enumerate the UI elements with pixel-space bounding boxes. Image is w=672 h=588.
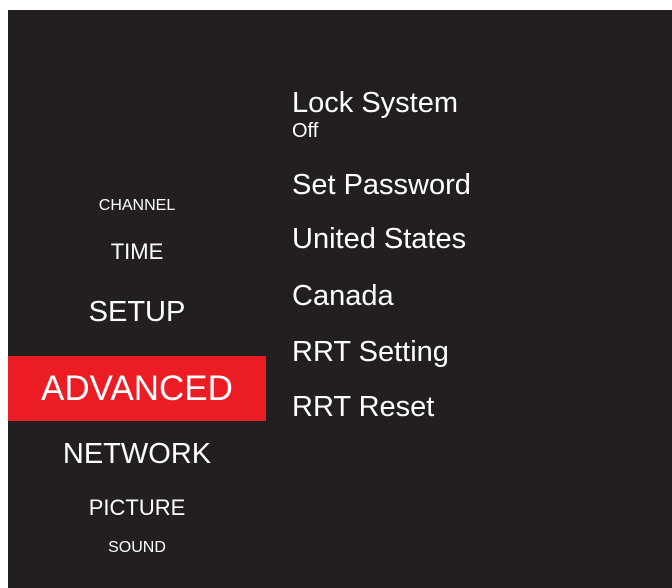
category-label: ADVANCED [41, 369, 233, 408]
menu-option-rrt-reset[interactable]: RRT Reset [292, 390, 434, 424]
menu-category-advanced[interactable]: ADVANCED [8, 356, 266, 421]
menu-category-channel[interactable]: CHANNEL [8, 196, 266, 216]
option-label: Set Password [292, 169, 471, 201]
menu-category-sound[interactable]: SOUND [8, 538, 266, 558]
option-value: Off [292, 120, 319, 142]
menu-category-time[interactable]: TIME [8, 239, 266, 265]
category-label: CHANNEL [98, 197, 176, 214]
menu-category-picture[interactable]: PICTURE [8, 494, 266, 522]
option-label: Lock System [292, 87, 458, 119]
category-label: SETUP [88, 296, 186, 328]
menu-option-rrt-setting[interactable]: RRT Setting [292, 335, 449, 369]
category-label: TIME [110, 239, 164, 264]
menu-option-set-password[interactable]: Set Password [292, 168, 471, 202]
category-label: PICTURE [88, 495, 186, 520]
option-label: RRT Setting [292, 336, 449, 368]
menu-option-canada[interactable]: Canada [292, 279, 394, 313]
category-label: NETWORK [62, 438, 212, 470]
option-label: RRT Reset [292, 391, 435, 423]
option-label: Canada [292, 280, 394, 312]
menu-category-setup[interactable]: SETUP [8, 295, 266, 329]
menu-category-network[interactable]: NETWORK [8, 437, 266, 471]
category-label: SOUND [108, 539, 166, 556]
menu-option-united-states[interactable]: United States [292, 222, 466, 256]
option-label: United States [292, 223, 467, 255]
menu-option-lock-system[interactable]: Lock System Off [292, 86, 458, 141]
